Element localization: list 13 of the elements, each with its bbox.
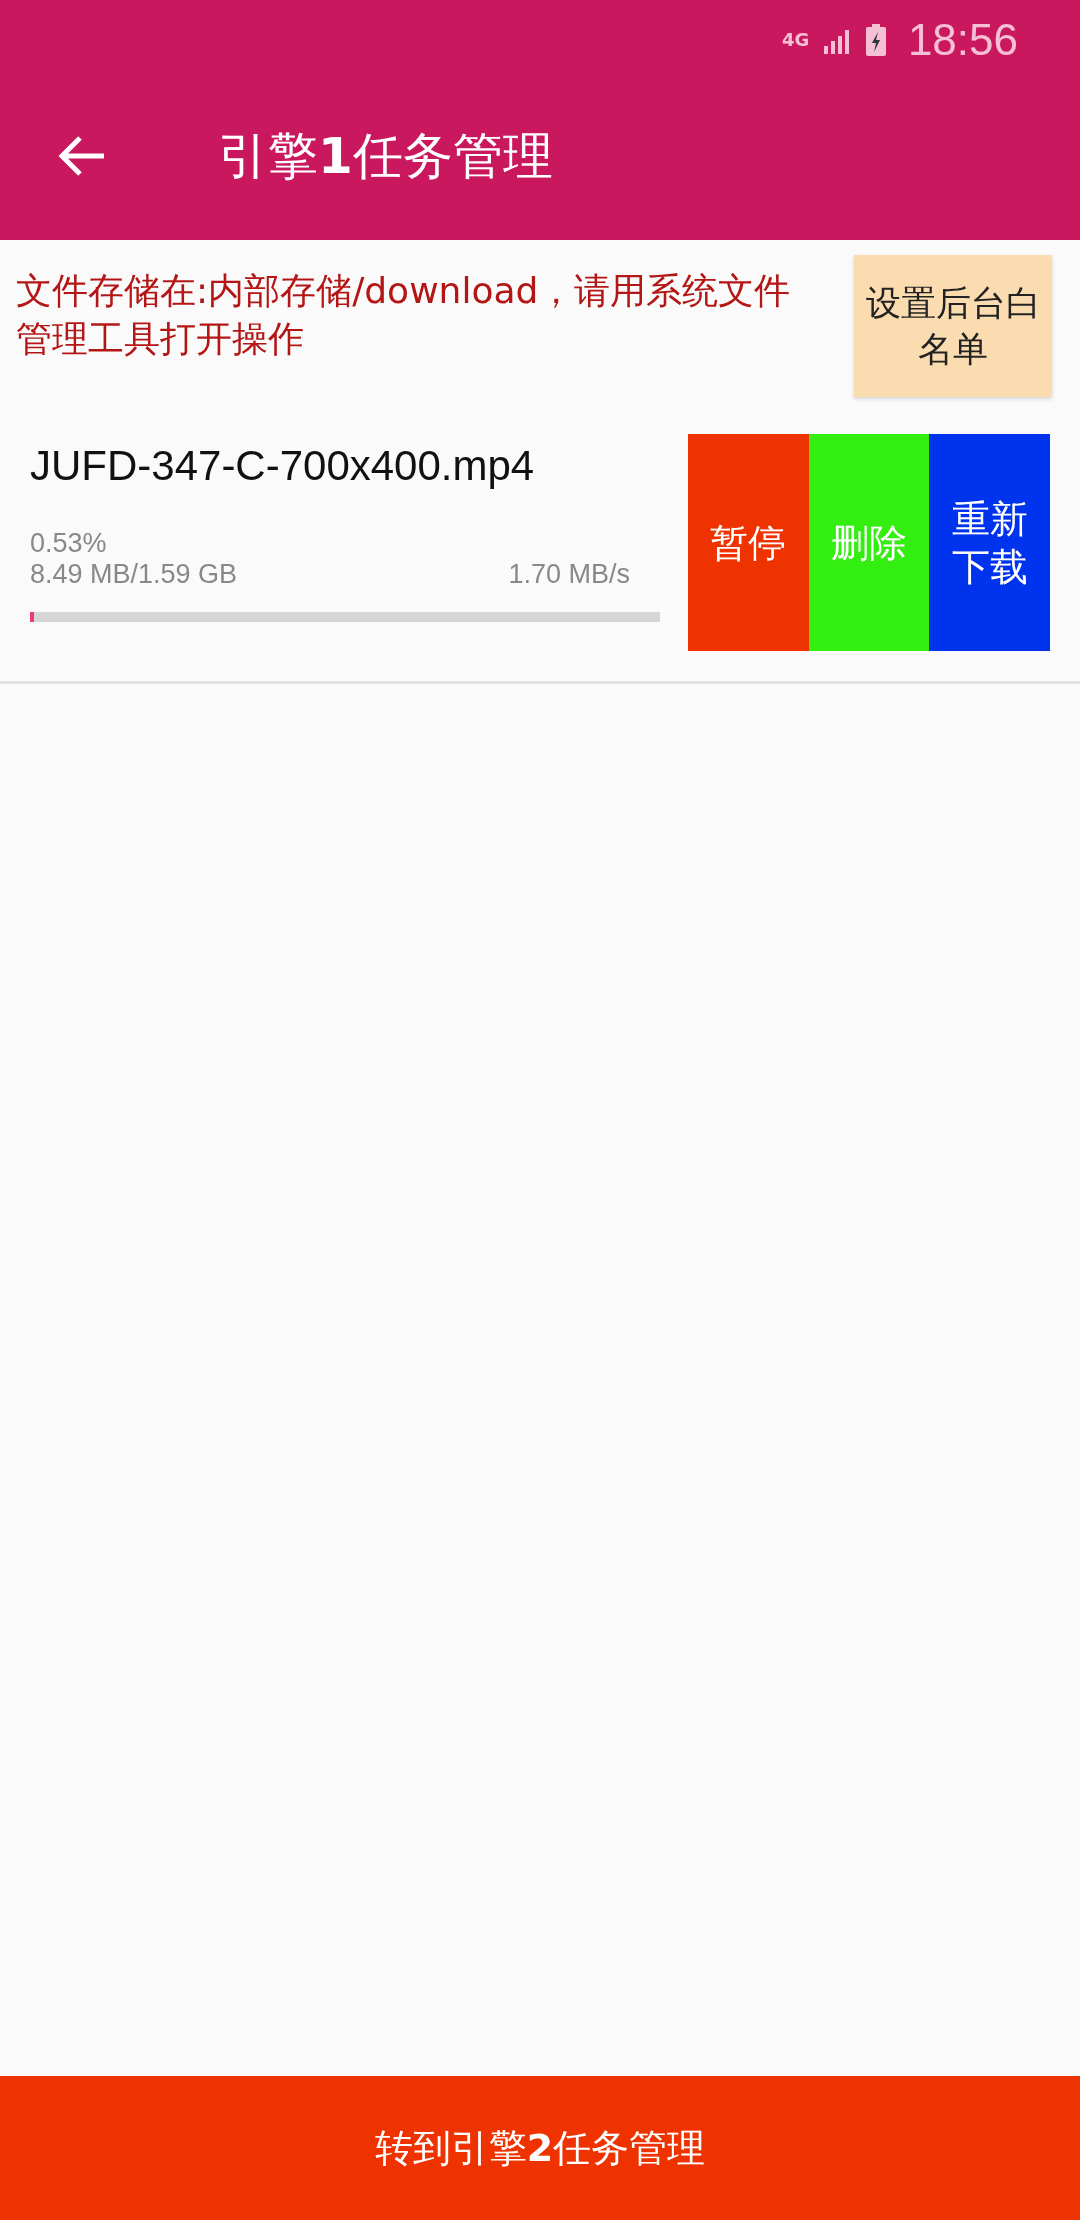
- action-button[interactable]: 暂停: [688, 434, 809, 651]
- action-button[interactable]: 重新下载: [929, 434, 1050, 651]
- screen-title: 引擎1任务管理: [218, 125, 553, 187]
- progress-percent: 0.53%: [30, 528, 108, 559]
- whitelist-button[interactable]: 设置后台白名单: [854, 255, 1052, 397]
- file-name: JUFD-347-C-700x400.mp4: [30, 442, 536, 490]
- battery-icon: [865, 24, 886, 56]
- download-speed: 1.70 MB/s: [508, 559, 630, 590]
- storage-notice: 文件存储在:内部存储/download，请用系统文件管理工具打开操作: [16, 269, 792, 361]
- network-label: 4G: [781, 31, 811, 49]
- status-time: 18:56: [907, 15, 1018, 65]
- download-size: 8.49 MB/1.59 GB: [30, 559, 238, 590]
- switch-engine-button[interactable]: 转到引擎2任务管理: [0, 2076, 1080, 2220]
